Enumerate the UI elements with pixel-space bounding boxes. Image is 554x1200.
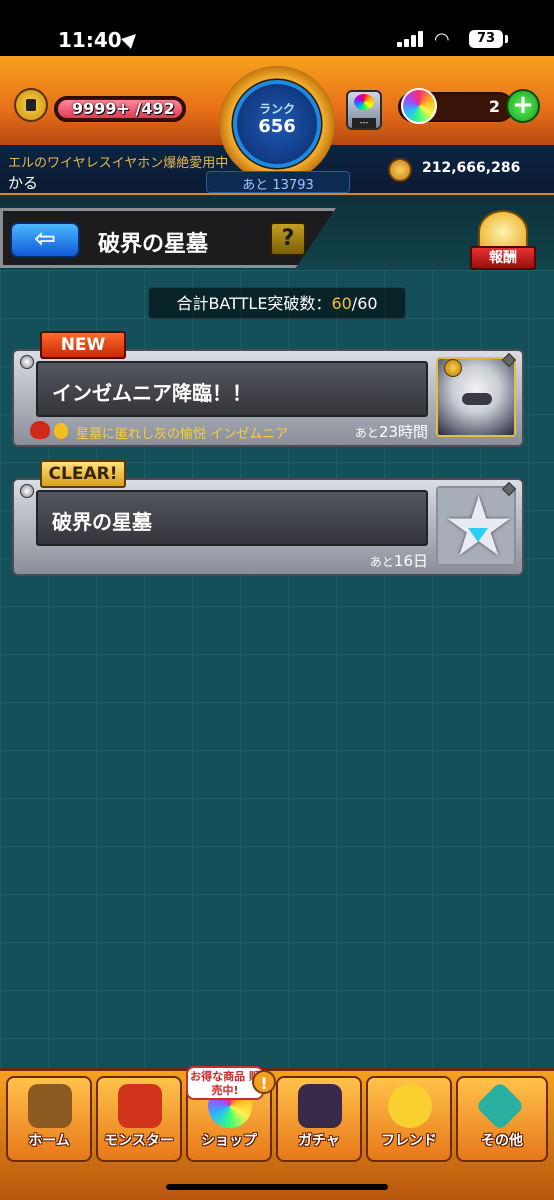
help-button[interactable]: ? bbox=[270, 222, 306, 256]
time-value: 23時間 bbox=[378, 423, 428, 441]
battle-count-total: /60 bbox=[351, 294, 378, 313]
quest-title: 破界の星墓 bbox=[52, 510, 152, 534]
rank-label: ランク bbox=[258, 102, 295, 116]
home-indicator[interactable] bbox=[166, 1184, 388, 1190]
status-time: 11:40 bbox=[58, 28, 122, 52]
add-orb-button[interactable]: + bbox=[506, 89, 540, 123]
coin-icon bbox=[388, 158, 412, 182]
orb-machine-label: --- bbox=[352, 118, 376, 128]
orb-icon bbox=[401, 88, 437, 124]
stamina-icon bbox=[14, 88, 48, 122]
stamina-value: 9999+ /492 bbox=[72, 99, 175, 118]
nav-gacha[interactable]: ガチャ bbox=[276, 1076, 362, 1162]
reward-label: 報酬 bbox=[470, 246, 536, 270]
friend-balloons-icon bbox=[388, 1084, 432, 1128]
quest-time-left: あと23時間 bbox=[355, 421, 428, 442]
attribute-badge-icon bbox=[444, 359, 462, 377]
nav-monster[interactable]: モンスター bbox=[96, 1076, 182, 1162]
light-element-icon bbox=[54, 423, 68, 439]
card-pin bbox=[20, 484, 34, 498]
back-button[interactable]: ⇦ bbox=[10, 222, 80, 258]
quest-title-box: インゼムニア降臨！！ bbox=[36, 361, 428, 417]
rank-value: 656 bbox=[258, 116, 296, 137]
star-emblem-icon bbox=[438, 488, 514, 564]
quest-title-box: 破界の星墓 bbox=[36, 490, 428, 546]
quest-time-left: あと16日 bbox=[370, 550, 428, 571]
nav-monster-label: モンスター bbox=[104, 1133, 174, 1149]
nav-friend-label: フレンド bbox=[381, 1133, 437, 1149]
player-name: かる bbox=[8, 174, 39, 192]
quest-subtitle: 星墓に匿れし灰の愉悦 インゼムニア bbox=[76, 427, 289, 442]
dragon-icon bbox=[118, 1084, 162, 1128]
quest-card-inzemnia[interactable]: インゼムニア降臨！！ 星墓に匿れし灰の愉悦 インゼムニア あと23時間 bbox=[12, 349, 524, 447]
time-value: 16日 bbox=[393, 552, 428, 570]
orb-count: 2 bbox=[488, 97, 500, 116]
quest-card-hakai[interactable]: 破界の星墓 あと16日 bbox=[12, 478, 524, 576]
clear-tag: CLEAR! bbox=[40, 460, 126, 488]
wifi-icon: ◠ bbox=[434, 29, 450, 50]
time-prefix: あと bbox=[354, 426, 379, 440]
battery-tip bbox=[505, 35, 508, 43]
reward-button[interactable]: 報酬 bbox=[470, 210, 536, 274]
home-gate-icon bbox=[28, 1084, 72, 1128]
nav-home-label: ホーム bbox=[28, 1133, 70, 1149]
quest-star-thumbnail bbox=[436, 486, 516, 566]
other-diamond-icon bbox=[475, 1081, 525, 1131]
battle-count-current: 60 bbox=[331, 294, 352, 313]
quest-title: インゼムニア降臨！！ bbox=[52, 381, 252, 405]
shop-alert-icon: ! bbox=[252, 1070, 276, 1094]
cellular-signal-icon bbox=[397, 31, 425, 47]
new-tag: NEW bbox=[40, 331, 126, 359]
battle-count-label: 合計BATTLE突破数： bbox=[176, 294, 332, 313]
nav-other-label: その他 bbox=[481, 1133, 523, 1149]
player-title: エルのワイヤレスイヤホン爆絶愛用中 bbox=[8, 156, 229, 171]
nav-shop-label: ショップ bbox=[201, 1133, 257, 1149]
rank-next-exp: あと 13793 bbox=[242, 178, 314, 193]
page-title: 破界の星墓 bbox=[98, 231, 209, 257]
coin-value: 212,666,286 bbox=[422, 160, 521, 176]
card-pin bbox=[20, 355, 34, 369]
battle-count: 合計BATTLE突破数：60/60 bbox=[148, 287, 406, 319]
nav-home[interactable]: ホーム bbox=[6, 1076, 92, 1162]
nav-friend[interactable]: フレンド bbox=[366, 1076, 452, 1162]
battery-icon: 73 bbox=[469, 30, 503, 48]
gacha-character-icon bbox=[298, 1084, 342, 1128]
devil-icon bbox=[30, 421, 50, 439]
nav-other[interactable]: その他 bbox=[456, 1076, 548, 1162]
nav-gacha-label: ガチャ bbox=[298, 1133, 340, 1149]
time-prefix: あと bbox=[369, 555, 394, 569]
